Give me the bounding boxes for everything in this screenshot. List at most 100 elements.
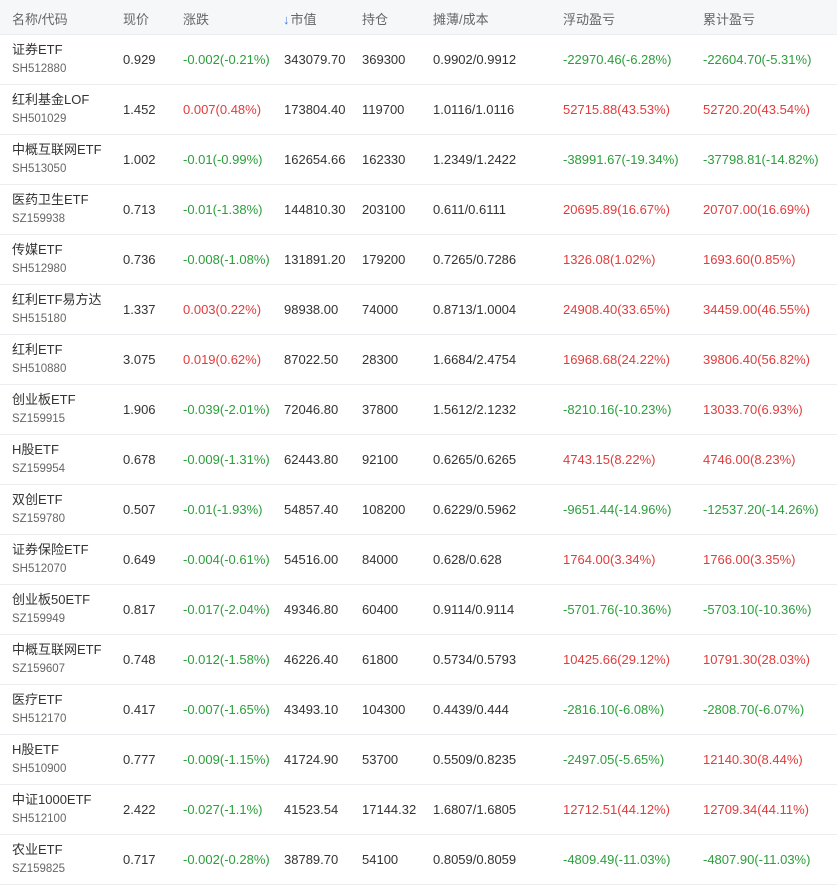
total-pl-cell: 13033.70(6.93%) [703, 402, 803, 417]
change-cell: -0.01(-0.99%) [183, 152, 263, 167]
name-code-cell[interactable]: 中概互联网ETF SH513050 [12, 141, 102, 177]
table-row[interactable]: 中概互联网ETF SZ159607 0.748 -0.012(-1.58%) 46226… [0, 635, 837, 685]
table-row[interactable]: 证券ETF SH512880 0.929 -0.002(-0.21%) 343079.7… [0, 35, 837, 85]
floating-pl-cell: -38991.67(-19.34%) [563, 152, 679, 167]
fund-code: SZ159915 [12, 413, 66, 425]
market-value-cell: 41523.54 [284, 802, 339, 817]
change-cell: 0.003(0.22%) [183, 302, 262, 317]
change-cell: -0.002(-0.28%) [183, 852, 270, 867]
fund-name: 中概互联网ETF [12, 142, 102, 157]
cost-cell: 0.7265/0.7286 [433, 252, 517, 267]
cost-cell: 0.5509/0.8235 [433, 752, 517, 767]
change-cell: -0.009(-1.31%) [183, 452, 270, 467]
cost-cell: 0.611/0.6111 [433, 202, 507, 217]
market-value-cell: 54857.40 [284, 502, 339, 517]
price-cell: 0.777 [123, 752, 156, 767]
cost-cell: 0.9114/0.9114 [433, 602, 515, 617]
fund-name: 双创ETF [12, 492, 63, 507]
name-code-cell[interactable]: 农业ETF SZ159825 [12, 841, 65, 877]
holdings-cell: 108200 [362, 502, 406, 517]
table-row[interactable]: 红利基金LOF SH501029 1.452 0.007(0.48%) 173804.4… [0, 85, 837, 135]
change-cell: -0.007(-1.65%) [183, 702, 270, 717]
name-code-cell[interactable]: 红利ETF SH510880 [12, 341, 66, 377]
total-pl-cell: 52720.20(43.54%) [703, 102, 810, 117]
fund-code: SH512880 [12, 63, 67, 75]
name-code-cell[interactable]: 证券保险ETF SH512070 [12, 541, 89, 577]
table-row[interactable]: 中证1000ETF SH512100 2.422 -0.027(-1.1%) 41523… [0, 785, 837, 835]
sort-down-arrow-icon: ↓ [283, 12, 290, 27]
column-header-floating-pl[interactable]: 浮动盈亏 [563, 9, 615, 28]
floating-pl-cell: 1764.00(3.34%) [563, 552, 656, 567]
column-header-price[interactable]: 现价 [123, 9, 149, 28]
name-code-cell[interactable]: 双创ETF SZ159780 [12, 491, 65, 527]
fund-code: SZ159954 [12, 463, 66, 475]
change-cell: -0.039(-2.01%) [183, 402, 270, 417]
change-cell: -0.012(-1.58%) [183, 652, 270, 667]
table-row[interactable]: 农业ETF SZ159825 0.717 -0.002(-0.28%) 38789.70… [0, 835, 837, 885]
market-value-cell: 131891.20 [284, 252, 346, 267]
column-header-change[interactable]: 涨跌 [183, 9, 209, 28]
table-row[interactable]: 证券保险ETF SH512070 0.649 -0.004(-0.61%) 54516.… [0, 535, 837, 585]
fund-code: SH512100 [12, 813, 67, 825]
change-cell: -0.027(-1.1%) [183, 802, 263, 817]
table-header: 名称/代码 现价 涨跌 ↓市值 持仓 摊薄/成本 浮动盈亏 累计盈亏 [0, 0, 837, 35]
holdings-cell: 74000 [362, 302, 399, 317]
holdings-cell: 28300 [362, 352, 399, 367]
cost-cell: 0.5734/0.5793 [433, 652, 517, 667]
cost-cell: 0.6265/0.6265 [433, 452, 517, 467]
fund-name: 传媒ETF [12, 242, 63, 257]
name-code-cell[interactable]: 传媒ETF SH512980 [12, 241, 66, 277]
name-code-cell[interactable]: 医药卫生ETF SZ159938 [12, 191, 89, 227]
holdings-cell: 369300 [362, 52, 406, 67]
name-code-cell[interactable]: 中概互联网ETF SZ159607 [12, 641, 102, 677]
price-cell: 2.422 [123, 802, 156, 817]
holdings-cell: 61800 [362, 652, 399, 667]
total-pl-cell: 20707.00(16.69%) [703, 202, 810, 217]
table-row[interactable]: 创业板ETF SZ159915 1.906 -0.039(-2.01%) 72046.8… [0, 385, 837, 435]
floating-pl-cell: -2816.10(-6.08%) [563, 702, 665, 717]
table-row[interactable]: 红利ETF SH510880 3.075 0.019(0.62%) 87022.50 28… [0, 335, 837, 385]
holdings-cell: 119700 [362, 102, 405, 117]
name-code-cell[interactable]: 证券ETF SH512880 [12, 41, 66, 77]
total-pl-cell: 10791.30(28.03%) [703, 652, 810, 667]
cost-cell: 0.6229/0.5962 [433, 502, 517, 517]
holdings-cell: 84000 [362, 552, 399, 567]
market-value-cell: 46226.40 [284, 652, 339, 667]
market-value-cell: 49346.80 [284, 602, 339, 617]
name-code-cell[interactable]: 红利ETF易方达 SH515180 [12, 291, 102, 327]
column-header-holdings[interactable]: 持仓 [362, 9, 388, 28]
name-code-cell[interactable]: 创业板50ETF SZ159949 [12, 591, 90, 627]
table-row[interactable]: 中概互联网ETF SH513050 1.002 -0.01(-0.99%) 162654… [0, 135, 837, 185]
cost-cell: 0.4439/0.444 [433, 702, 509, 717]
change-cell: -0.002(-0.21%) [183, 52, 270, 67]
price-cell: 0.736 [123, 252, 156, 267]
table-row[interactable]: 传媒ETF SH512980 0.736 -0.008(-1.08%) 131891.2… [0, 235, 837, 285]
table-row[interactable]: 双创ETF SZ159780 0.507 -0.01(-1.93%) 54857.40 1… [0, 485, 837, 535]
market-value-cell: 343079.70 [284, 52, 346, 67]
total-pl-cell: 12709.34(44.11%) [703, 802, 810, 817]
table-row[interactable]: 医疗ETF SH512170 0.417 -0.007(-1.65%) 43493.10… [0, 685, 837, 735]
table-row[interactable]: 创业板50ETF SZ159949 0.817 -0.017(-2.04%) 49346… [0, 585, 837, 635]
name-code-cell[interactable]: 中证1000ETF SH512100 [12, 791, 91, 827]
cost-cell: 0.9902/0.9912 [433, 52, 517, 67]
table-row[interactable]: H股ETF SZ159954 0.678 -0.009(-1.31%) 62443.80… [0, 435, 837, 485]
column-header-market-value[interactable]: ↓市值 [283, 9, 317, 28]
column-header-total-pl[interactable]: 累计盈亏 [703, 9, 755, 28]
cost-cell: 0.8713/1.0004 [433, 302, 517, 317]
floating-pl-cell: 10425.66(29.12%) [563, 652, 670, 667]
floating-pl-cell: 16968.68(24.22%) [563, 352, 670, 367]
table-row[interactable]: H股ETF SH510900 0.777 -0.009(-1.15%) 41724.90… [0, 735, 837, 785]
name-code-cell[interactable]: 红利基金LOF SH501029 [12, 91, 89, 127]
name-code-cell[interactable]: 医疗ETF SH512170 [12, 691, 66, 727]
table-row[interactable]: 医药卫生ETF SZ159938 0.713 -0.01(-1.38%) 144810.… [0, 185, 837, 235]
fund-name: 证券ETF [12, 42, 63, 57]
column-header-cost[interactable]: 摊薄/成本 [433, 9, 489, 28]
total-pl-cell: 39806.40(56.82%) [703, 352, 810, 367]
name-code-cell[interactable]: H股ETF SZ159954 [12, 441, 65, 477]
fund-name: 创业板50ETF [12, 592, 91, 607]
name-code-cell[interactable]: H股ETF SH510900 [12, 741, 66, 777]
table-row[interactable]: 红利ETF易方达 SH515180 1.337 0.003(0.22%) 98938.0… [0, 285, 837, 335]
price-cell: 1.337 [123, 302, 156, 317]
column-header-name-code[interactable]: 名称/代码 [12, 9, 68, 28]
name-code-cell[interactable]: 创业板ETF SZ159915 [12, 391, 76, 427]
